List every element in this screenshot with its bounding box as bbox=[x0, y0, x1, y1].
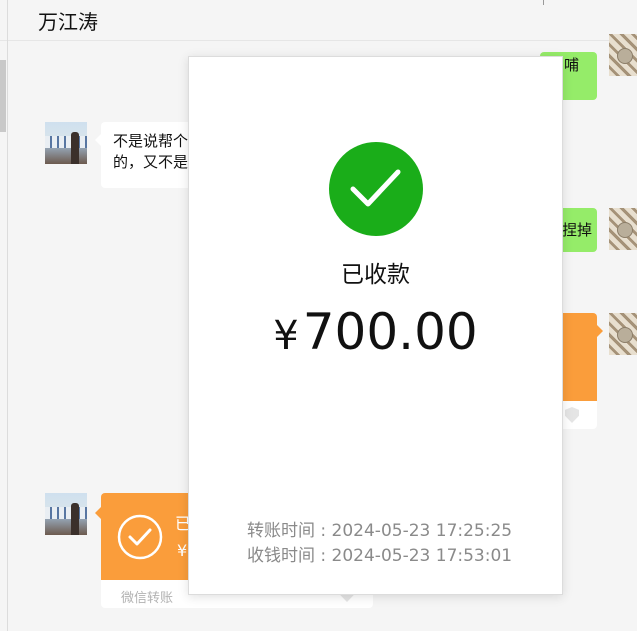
transfer-detail-modal: 已收款 ¥700.00 转账时间 : 2024-05-23 17:25:25 收… bbox=[188, 56, 563, 595]
receipt-amount: 700.00 bbox=[302, 303, 478, 361]
my-avatar[interactable] bbox=[609, 34, 637, 76]
receive-time-row: 收钱时间 : 2024-05-23 17:53:01 bbox=[247, 541, 547, 566]
contact-avatar[interactable] bbox=[45, 122, 87, 164]
message-text-line: 的，又不是 bbox=[113, 153, 189, 171]
receive-time-label: 收钱时间 : bbox=[247, 546, 332, 566]
receipt-status: 已收款 bbox=[341, 262, 410, 288]
check-circle-icon bbox=[329, 142, 423, 236]
divider bbox=[543, 0, 544, 5]
my-avatar[interactable] bbox=[609, 313, 637, 355]
my-avatar[interactable] bbox=[609, 208, 637, 250]
transfer-footer-label: 微信转账 bbox=[121, 591, 174, 606]
bubble-tail bbox=[597, 325, 603, 337]
shield-icon bbox=[565, 407, 579, 423]
check-circle-icon bbox=[117, 514, 163, 560]
message-text: 哺 bbox=[564, 56, 580, 74]
receipt-amount-row: ¥700.00 bbox=[189, 303, 562, 361]
scrollbar[interactable] bbox=[0, 60, 6, 132]
divider bbox=[7, 0, 8, 631]
transfer-time-row: 转账时间 : 2024-05-23 17:25:25 bbox=[247, 516, 547, 541]
transfer-time: 2024-05-23 17:25:25 bbox=[331, 521, 513, 541]
receive-time: 2024-05-23 17:53:01 bbox=[331, 546, 513, 566]
message-text-line: 不是说帮个 bbox=[113, 132, 189, 150]
currency-symbol: ¥ bbox=[273, 313, 299, 359]
transfer-time-label: 转账时间 : bbox=[247, 521, 332, 541]
message-text: 捏掉 bbox=[562, 221, 593, 239]
contact-avatar[interactable] bbox=[45, 493, 87, 535]
chat-title: 万江涛 bbox=[38, 10, 98, 34]
transfer-amount: ¥ bbox=[177, 541, 188, 560]
